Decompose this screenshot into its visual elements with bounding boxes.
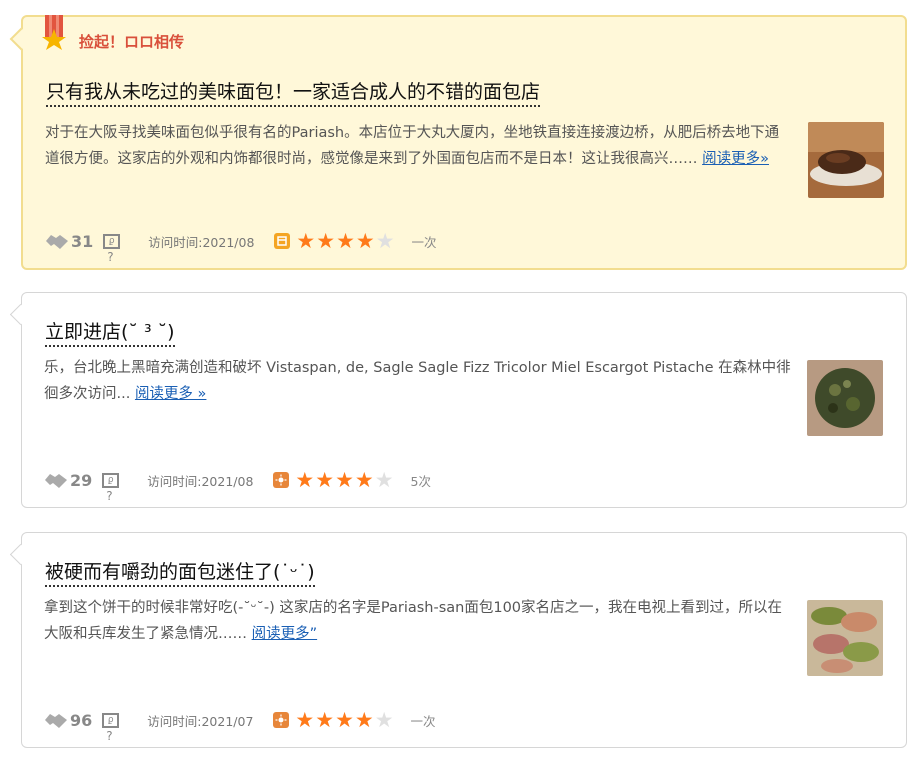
review-photo[interactable]: [808, 122, 884, 198]
rating-stars: ★ ★ ★ ★ ★: [295, 468, 394, 492]
visit-date: 访问时间:2021/08: [148, 234, 255, 250]
rating-stars: ★ ★ ★ ★ ★: [295, 708, 394, 732]
review-photo[interactable]: [807, 360, 883, 436]
daytime-badge-icon: [273, 472, 290, 488]
star-icon: ★: [375, 229, 395, 253]
star-icon: ★: [315, 468, 335, 492]
handshake-icon: [45, 714, 67, 728]
star-icon: ★: [335, 708, 354, 732]
star-icon: ★: [355, 229, 375, 253]
comment-icon[interactable]: ϼ: [103, 233, 121, 263]
review-footer: 96 ϼ 访问时间:2021/07 ★ ★ ★ ★ ★ 一次: [44, 708, 436, 742]
comment-icon[interactable]: ϼ: [102, 712, 120, 742]
star-icon: ★: [295, 708, 315, 732]
star-icon: ★: [335, 468, 354, 492]
review-card: 立即进店(˘ ³ ˘) 乐，台北晚上黑暗充满创造和破坏 Vistaspan, d…: [21, 292, 907, 508]
visit-count: 5次: [410, 473, 431, 489]
star-icon: ★: [295, 468, 315, 492]
star-icon: ★: [374, 468, 394, 492]
visit-date: 访问时间:2021/08: [147, 473, 254, 489]
like-count: 29: [70, 470, 93, 490]
star-icon: ★: [296, 229, 316, 253]
read-more-link[interactable]: 阅读更多»: [702, 151, 769, 167]
daytime-badge-icon: [273, 712, 290, 728]
like-count: 96: [70, 710, 93, 730]
star-icon: ★: [336, 229, 355, 253]
handshake-icon: [45, 474, 67, 488]
like-button[interactable]: 29: [44, 471, 92, 490]
review-footer: 29 ϼ 访问时间:2021/08 ★ ★ ★ ★ ★ 5次: [44, 468, 431, 502]
like-count: 31: [71, 231, 94, 251]
review-body: 拿到这个饼干的时候非常好吃(-˘ᵕ˘-) 这家店的名字是Pariash-san面…: [44, 600, 783, 642]
review-footer: 31 ϼ 访问时间:2021/08 ★ ★ ★ ★ ★ 一次: [45, 229, 437, 263]
review-excerpt: 对于在大阪寻找美味面包似乎很有名的Pariash。本店位于大丸大厦内，坐地铁直接…: [45, 120, 793, 172]
star-icon: ★: [316, 229, 336, 253]
review-photo[interactable]: [807, 600, 883, 676]
ribbon-star-icon: [42, 15, 66, 50]
review-title[interactable]: 只有我从未吃过的美味面包！一家适合成人的不错的面包店: [46, 80, 541, 107]
handshake-icon: [46, 235, 68, 249]
star-icon: ★: [374, 708, 394, 732]
review-title[interactable]: 被硬而有嚼劲的面包迷住了(˙ᵕ˙): [45, 560, 315, 587]
rating-stars: ★ ★ ★ ★ ★: [296, 229, 395, 253]
read-more-link[interactable]: 阅读更多 »: [135, 386, 206, 402]
review-excerpt: 拿到这个饼干的时候非常好吃(-˘ᵕ˘-) 这家店的名字是Pariash-san面…: [44, 595, 792, 647]
review-excerpt: 乐，台北晚上黑暗充满创造和破坏 Vistaspan, de, Sagle Sag…: [44, 355, 792, 407]
visit-count: 一次: [410, 713, 436, 729]
read-more-link[interactable]: 阅读更多”: [252, 626, 318, 642]
visit-count: 一次: [411, 234, 437, 250]
comment-icon[interactable]: ϼ: [102, 472, 120, 502]
visit-date: 访问时间:2021/07: [147, 713, 254, 729]
star-icon: ★: [354, 708, 374, 732]
star-icon: ★: [315, 708, 335, 732]
like-button[interactable]: 31: [45, 232, 93, 251]
star-icon: ★: [354, 468, 374, 492]
pick-label: 捡起！ロロ相传: [79, 33, 185, 51]
review-body: 对于在大阪寻找美味面包似乎很有名的Pariash。本店位于大丸大厦内，坐地铁直接…: [45, 125, 780, 167]
lunch-badge-icon: [274, 233, 291, 249]
review-card: 被硬而有嚼劲的面包迷住了(˙ᵕ˙) 拿到这个饼干的时候非常好吃(-˘ᵕ˘-) 这…: [21, 532, 907, 748]
review-title[interactable]: 立即进店(˘ ³ ˘): [45, 320, 175, 347]
review-card: 捡起！ロロ相传 只有我从未吃过的美味面包！一家适合成人的不错的面包店 对于在大阪…: [21, 15, 907, 270]
like-button[interactable]: 96: [44, 711, 92, 730]
